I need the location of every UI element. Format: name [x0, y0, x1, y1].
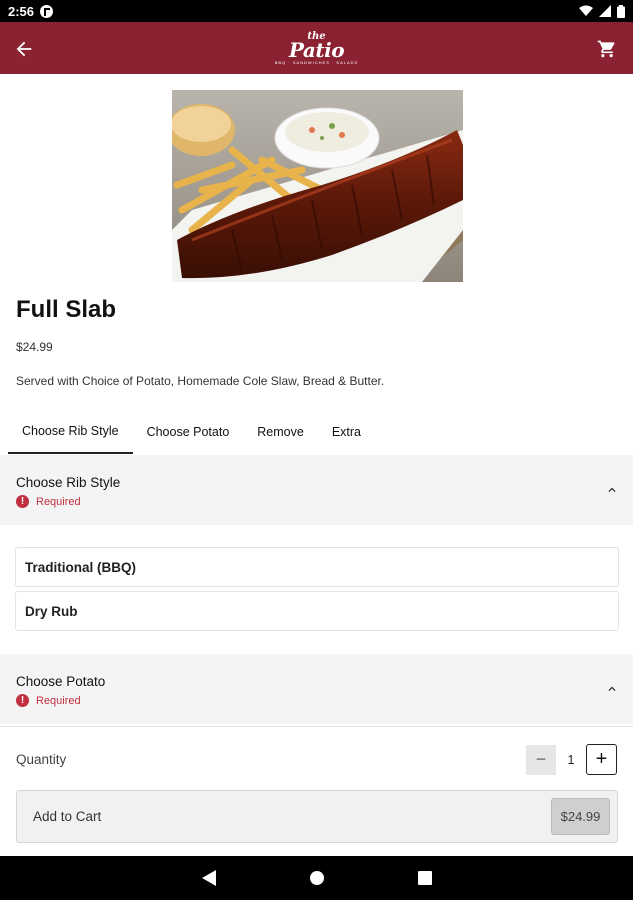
section-header-rib-style[interactable]: Choose Rib Style ! Required: [0, 455, 633, 525]
tab-extra[interactable]: Extra: [318, 410, 375, 454]
increment-button[interactable]: +: [586, 744, 617, 775]
quantity-value: 1: [556, 744, 586, 775]
option-dry-rub[interactable]: Dry Rub: [15, 591, 619, 631]
tab-choose-potato[interactable]: Choose Potato: [133, 410, 244, 454]
app-bar: the Patio BBQ · SANDWICHES · SALADS: [0, 22, 633, 74]
add-to-cart-label: Add to Cart: [33, 809, 102, 824]
option-traditional-bbq[interactable]: Traditional (BBQ): [15, 547, 619, 587]
section-title: Choose Rib Style: [16, 475, 121, 490]
tab-choose-rib-style[interactable]: Choose Rib Style: [8, 410, 133, 454]
back-button[interactable]: [10, 35, 38, 63]
nav-back-icon[interactable]: [201, 870, 216, 886]
required-label: Required: [36, 694, 81, 707]
cart-icon: [597, 40, 615, 58]
signal-icon: [599, 5, 611, 17]
status-time: 2:56: [8, 3, 35, 19]
nav-recents-icon[interactable]: [417, 871, 432, 885]
product-description: Served with Choice of Potato, Homemade C…: [16, 374, 385, 388]
alert-icon: !: [16, 694, 29, 707]
chevron-up-icon[interactable]: [605, 483, 619, 497]
quantity-stepper: − 1 +: [526, 744, 617, 775]
product-title: Full Slab: [16, 296, 117, 323]
battery-icon: [617, 4, 625, 18]
alert-icon: !: [16, 495, 29, 508]
required-label: Required: [36, 495, 81, 508]
restaurant-logo: the Patio BBQ · SANDWICHES · SALADS: [274, 30, 359, 65]
wifi-icon: [579, 5, 593, 16]
arrow-left-icon: [16, 41, 32, 57]
section-header-potato[interactable]: Choose Potato ! Required: [0, 654, 633, 724]
order-panel: Quantity − 1 + Add to Cart $24.99: [0, 726, 633, 856]
option-tabs: Choose Rib Style Choose Potato Remove Ex…: [8, 410, 375, 454]
add-to-cart-price: $24.99: [551, 798, 610, 835]
section-title: Choose Potato: [16, 674, 106, 689]
required-indicator: ! Required: [16, 495, 81, 508]
add-to-cart-button[interactable]: Add to Cart $24.99: [16, 790, 618, 843]
system-nav-bar: [0, 856, 633, 900]
decrement-button[interactable]: −: [526, 744, 556, 775]
required-indicator: ! Required: [16, 694, 81, 707]
notification-icon: [40, 4, 54, 18]
nav-home-icon[interactable]: [309, 871, 324, 885]
product-image: [172, 90, 463, 282]
chevron-up-icon[interactable]: [605, 682, 619, 696]
quantity-label: Quantity: [16, 752, 67, 767]
tab-remove[interactable]: Remove: [243, 410, 318, 454]
product-price: $24.99: [16, 340, 53, 354]
status-bar: 2:56: [0, 0, 633, 22]
cart-button[interactable]: [593, 35, 621, 63]
